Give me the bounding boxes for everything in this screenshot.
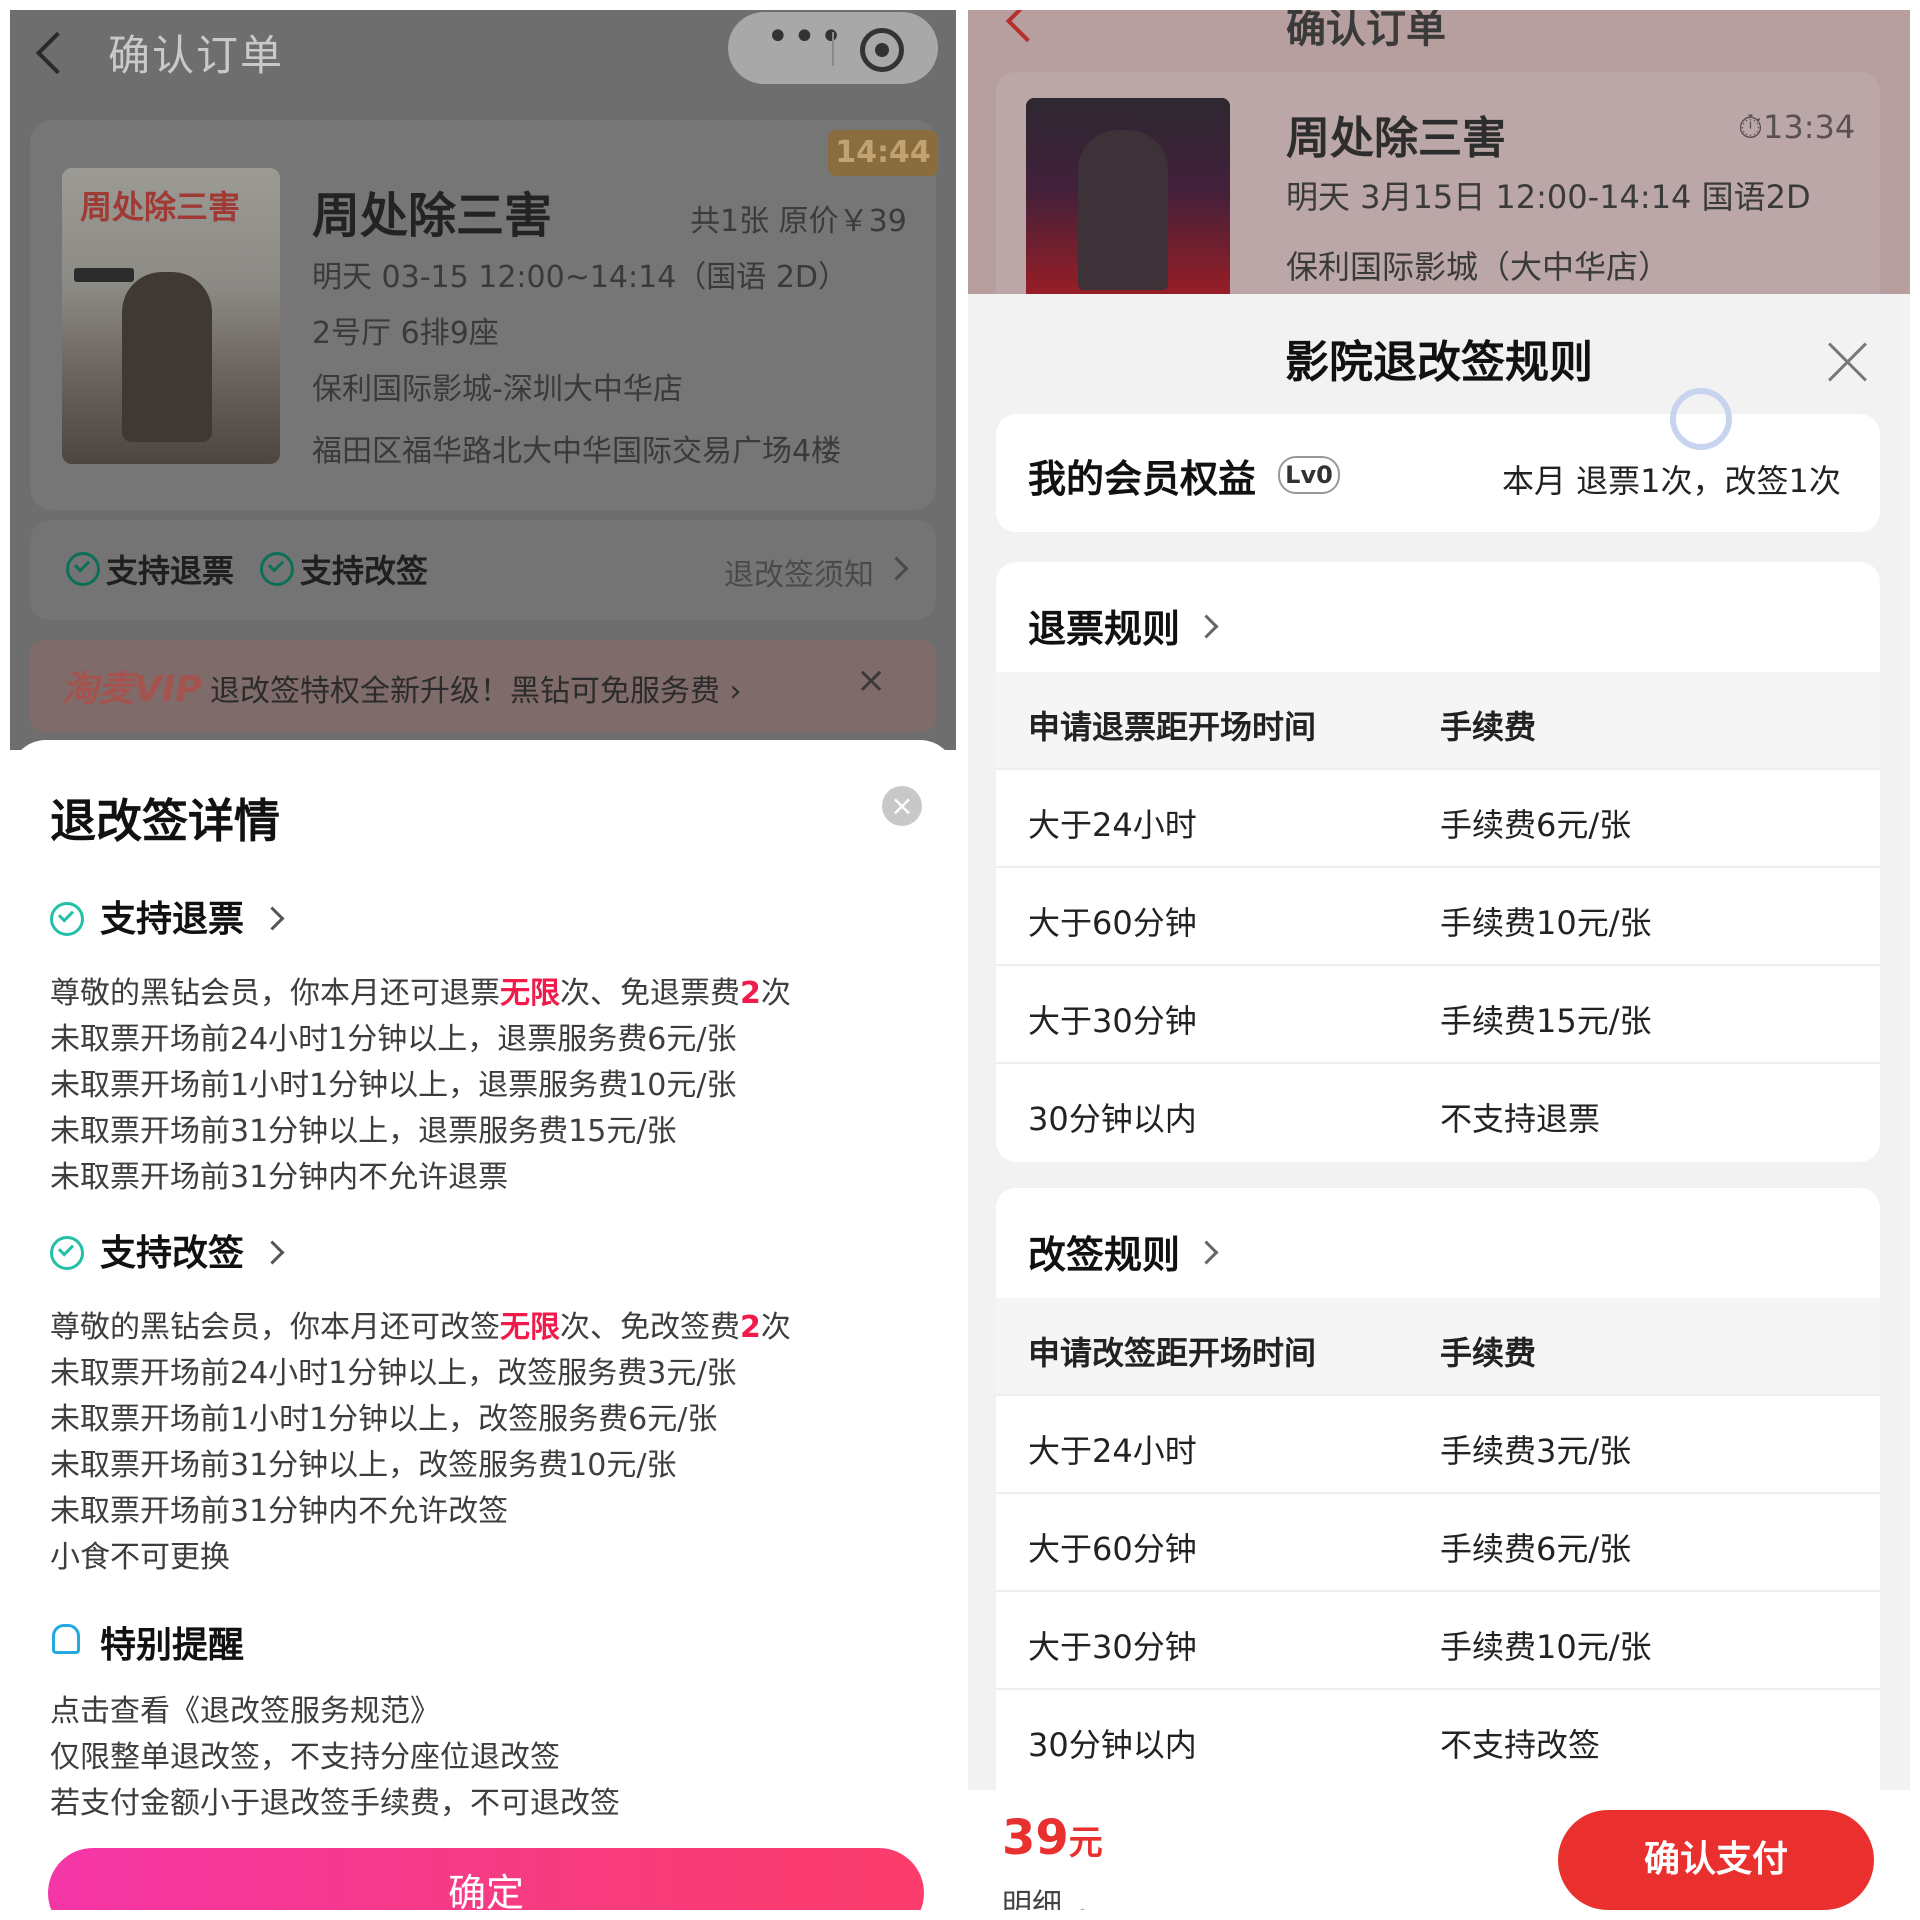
vip-logo: 淘麦VIP <box>62 669 202 710</box>
refund-rule-line: 未取票开场前24小时1分钟以上，退票服务费6元/张 <box>50 1022 737 1057</box>
clock-icon: ⏱ <box>1738 108 1763 146</box>
poster-gun-graphic <box>74 268 134 282</box>
table-cell: 手续费15元/张 <box>1440 1002 1652 1040</box>
change-rule-line: 未取票开场前24小时1分钟以上，改签服务费3元/张 <box>50 1356 737 1391</box>
table-cell: 大于30分钟 <box>1028 1628 1197 1666</box>
check-circle-icon <box>50 1236 84 1270</box>
refund-member-intro: 尊敬的黑钻会员，你本月还可退票无限次、免退票费2次 <box>50 976 791 1011</box>
countdown: ⏱13:34 <box>1738 108 1856 146</box>
table-cell: 大于60分钟 <box>1028 904 1197 942</box>
poster-figure-graphic <box>1078 130 1168 290</box>
refund-rule-line: 未取票开场前31分钟以上，退票服务费15元/张 <box>50 1114 677 1149</box>
right-screen: 确认订单 周处除三害 ⏱13:34 明天 3月15日 12:00-14:14 国… <box>968 10 1910 1910</box>
movie-name: 周处除三害 <box>1286 113 1506 164</box>
sheet-title: 影院退改签规则 <box>1285 337 1593 388</box>
table-cell: 大于24小时 <box>1028 806 1197 844</box>
column-header: 手续费 <box>1440 1334 1537 1372</box>
refund-supported-tag: 支持退票 <box>106 552 235 590</box>
poster-title-text: 周处除三害 <box>80 188 241 226</box>
refund-rule-line: 未取票开场前1小时1分钟以上，退票服务费10元/张 <box>50 1068 737 1103</box>
confirm-button[interactable]: 确定 <box>48 1848 924 1910</box>
chevron-up-icon: ︿ <box>1071 1896 1094 1910</box>
movie-name: 周处除三害 <box>312 188 553 244</box>
refund-rules-title[interactable]: 退票规则 <box>1028 598 1180 653</box>
table-cell: 大于30分钟 <box>1028 1002 1197 1040</box>
confirm-pay-button[interactable]: 确认支付 <box>1558 1810 1874 1910</box>
refund-section-title[interactable]: 支持退票 <box>100 890 244 942</box>
refund-rule-line: 未取票开场前31分钟内不允许退票 <box>50 1160 509 1195</box>
reminder-line: 若支付金额小于退改签手续费，不可退改签 <box>50 1786 620 1821</box>
table-cell: 手续费6元/张 <box>1440 806 1632 844</box>
close-icon[interactable] <box>1826 340 1870 384</box>
check-circle-icon <box>260 552 294 586</box>
table-cell: 30分钟以内 <box>1028 1726 1197 1764</box>
table-cell: 大于24小时 <box>1028 1432 1197 1470</box>
change-member-intro: 尊敬的黑钻会员，你本月还可改签无限次、免改签费2次 <box>50 1310 791 1345</box>
seat-info: 2号厅 6排9座 <box>312 316 499 351</box>
change-supported-tag: 支持改签 <box>300 552 429 590</box>
check-circle-icon <box>66 552 100 586</box>
column-header: 手续费 <box>1440 708 1537 746</box>
bell-icon <box>52 1624 80 1654</box>
sheet-title: 退改签详情 <box>50 794 280 848</box>
page-title: 确认订单 <box>1286 10 1446 52</box>
loading-ring-icon <box>1670 388 1732 450</box>
table-cell: 手续费6元/张 <box>1440 1530 1632 1568</box>
column-header: 申请改签距开场时间 <box>1028 1334 1317 1372</box>
change-rules-title[interactable]: 改签规则 <box>1028 1224 1180 1279</box>
reminder-line: 仅限整单退改签，不支持分座位退改签 <box>50 1740 560 1775</box>
vip-banner-text[interactable]: 退改签特权全新升级！黑钻可免服务费 › <box>210 666 742 710</box>
price-detail-toggle[interactable]: 明细 ︿ <box>1002 1880 1094 1910</box>
poster-figure-graphic <box>122 272 212 442</box>
member-level-badge: Lv0 <box>1278 456 1340 494</box>
reminder-section-title: 特别提醒 <box>100 1625 245 1666</box>
change-rule-line: 未取票开场前31分钟内不允许改签 <box>50 1494 509 1529</box>
column-header: 申请退票距开场时间 <box>1028 708 1317 746</box>
cinema-name: 保利国际影城（大中华店） <box>1286 248 1671 286</box>
table-cell: 手续费10元/张 <box>1440 1628 1652 1666</box>
showtime: 明天 03-15 12:00~14:14（国语 2D） <box>312 260 849 295</box>
page-title: 确认订单 <box>108 31 285 80</box>
service-rules-link[interactable]: 点击查看《退改签服务规范》 <box>50 1686 440 1730</box>
vip-close-icon[interactable]: × <box>856 660 886 701</box>
change-rule-line: 未取票开场前31分钟以上，改签服务费10元/张 <box>50 1448 677 1483</box>
cinema-address: 福田区福华路北大中华国际交易广场4楼 <box>312 434 842 469</box>
ticket-price-info: 共1张 原价￥39 <box>690 204 907 239</box>
left-screen: 确认订单 ••• 14:44 周处除三害 周处除三害 共1张 原价￥39 明天 … <box>10 10 956 1910</box>
sheet-close-icon[interactable]: × <box>882 786 922 826</box>
cinema-name: 保利国际影城-深圳大中华店 <box>312 372 683 407</box>
total-price: 39元 <box>1002 1810 1103 1866</box>
refund-rules-link[interactable]: 退改签须知 <box>724 550 874 594</box>
table-cell: 不支持改签 <box>1440 1726 1601 1764</box>
member-benefits-title: 我的会员权益 <box>1028 457 1257 501</box>
change-rule-line: 小食不可更换 <box>50 1540 230 1575</box>
change-rule-line: 未取票开场前1小时1分钟以上，改签服务费6元/张 <box>50 1402 718 1437</box>
table-cell: 30分钟以内 <box>1028 1100 1197 1138</box>
member-quota: 本月 退票1次，改签1次 <box>1502 462 1841 500</box>
close-miniprogram-icon[interactable] <box>860 28 904 72</box>
change-section-title[interactable]: 支持改签 <box>100 1224 244 1276</box>
check-circle-icon <box>50 902 84 936</box>
table-cell: 不支持退票 <box>1440 1100 1601 1138</box>
countdown-badge: 14:44 <box>828 130 938 176</box>
table-cell: 大于60分钟 <box>1028 1530 1197 1568</box>
capsule-divider <box>832 32 834 66</box>
table-cell: 手续费10元/张 <box>1440 904 1652 942</box>
showtime: 明天 3月15日 12:00-14:14 国语2D <box>1286 178 1811 216</box>
table-cell: 手续费3元/张 <box>1440 1432 1632 1470</box>
